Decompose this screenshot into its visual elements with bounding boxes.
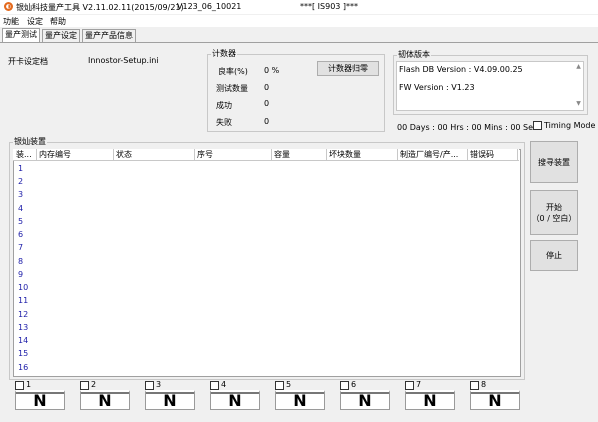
app-logo-icon: ◐ [4,2,13,11]
port-checkbox[interactable] [80,381,89,390]
table-row: 2 [18,177,24,186]
table-row: 6 [18,230,24,239]
tested-label: 测试数量 [216,84,248,93]
table-row: 8 [18,257,24,266]
device-table[interactable] [13,149,521,377]
scroll-up-icon[interactable]: ▲ [574,62,583,71]
port-label: 5 [286,380,292,389]
tab-divider [0,42,598,43]
port-label: 3 [156,380,162,389]
window-title: 银灿科技量产工具 V2.11.02.11(2015/09/21) [16,3,184,12]
settings-file-value: Innostor-Setup.ini [88,56,159,65]
port-status-indicator: N [275,390,325,410]
table-row: 4 [18,204,24,213]
port-status-indicator: N [470,390,520,410]
column-memory-id[interactable]: 内存编号 [37,149,114,160]
window-version-tag: V123_06_10021 [177,2,242,11]
settings-file-label: 开卡设定档 [8,57,48,66]
port-label: 6 [351,380,357,389]
yield-label: 良率(%) [218,67,248,76]
table-row: 10 [18,283,29,292]
success-value: 0 [264,99,270,108]
port-checkbox[interactable] [210,381,219,390]
column-manufacturer[interactable]: 制造厂编号/产... [398,149,468,160]
menu-settings[interactable]: 设定 [27,16,43,27]
column-error-code[interactable]: 错误码 [468,149,518,160]
port-checkbox[interactable] [340,381,349,390]
elapsed-timer: 00 Days : 00 Hrs : 00 Mins : 00 Secs [397,123,542,132]
port-status-indicator: N [210,390,260,410]
timing-mode-checkbox[interactable] [533,121,542,130]
table-row: 9 [18,270,24,279]
table-row: 7 [18,243,24,252]
port-label: 7 [416,380,422,389]
menu-function[interactable]: 功能 [3,16,19,27]
start-button[interactable]: 开始 （0 / 空白） [530,190,578,235]
port-label: 2 [91,380,97,389]
table-row: 1 [18,164,24,173]
stop-button[interactable]: 停止 [530,240,578,271]
search-devices-button[interactable]: 搜寻装置 [530,141,578,183]
table-row: 13 [18,323,29,332]
fw-version: FW Version : V1.23 [399,83,475,92]
reset-counter-button[interactable]: 计数器归零 [317,61,379,76]
port-checkbox[interactable] [405,381,414,390]
timing-mode-label: Timing Mode [544,121,596,130]
table-row: 3 [18,190,24,199]
success-label: 成功 [216,101,232,110]
port-checkbox[interactable] [145,381,154,390]
column-bad-blocks[interactable]: 坏块数量 [327,149,398,160]
port-status-indicator: N [145,390,195,410]
table-row: 12 [18,310,29,319]
port-status-indicator: N [80,390,130,410]
port-checkbox[interactable] [470,381,479,390]
device-group-title: 银灿装置 [13,137,47,146]
table-row: 5 [18,217,24,226]
counter-group-title: 计数器 [211,49,237,58]
tab-product-info[interactable]: 量产产品信息 [82,29,136,42]
column-capacity[interactable]: 容量 [272,149,327,160]
tab-production-test[interactable]: 量产测试 [2,28,40,42]
port-checkbox[interactable] [15,381,24,390]
fail-value: 0 [264,117,270,126]
table-row: 16 [18,363,29,372]
yield-value: 0 % [264,66,280,75]
scroll-down-icon[interactable]: ▼ [574,99,583,108]
column-device[interactable]: 装... [14,149,37,160]
port-checkbox[interactable] [275,381,284,390]
table-row: 11 [18,296,29,305]
tested-value: 0 [264,83,270,92]
menu-help[interactable]: 帮助 [50,16,66,27]
table-row: 15 [18,349,29,358]
port-label: 1 [26,380,32,389]
tab-production-settings[interactable]: 量产设定 [42,29,80,42]
firmware-group-title: 韧体版本 [397,50,431,59]
port-status-indicator: N [15,390,65,410]
port-status-indicator: N [340,390,390,410]
table-row: 14 [18,336,29,345]
port-label: 8 [481,380,487,389]
flash-db-version: Flash DB Version : V4.09.00.25 [399,65,523,74]
column-status[interactable]: 状态 [114,149,195,160]
column-serial[interactable]: 序号 [195,149,272,160]
port-label: 4 [221,380,227,389]
port-status-indicator: N [405,390,455,410]
fail-label: 失败 [216,118,232,127]
window-chip-tag: ***[ IS903 ]*** [300,2,359,11]
menu-bar [0,15,598,27]
